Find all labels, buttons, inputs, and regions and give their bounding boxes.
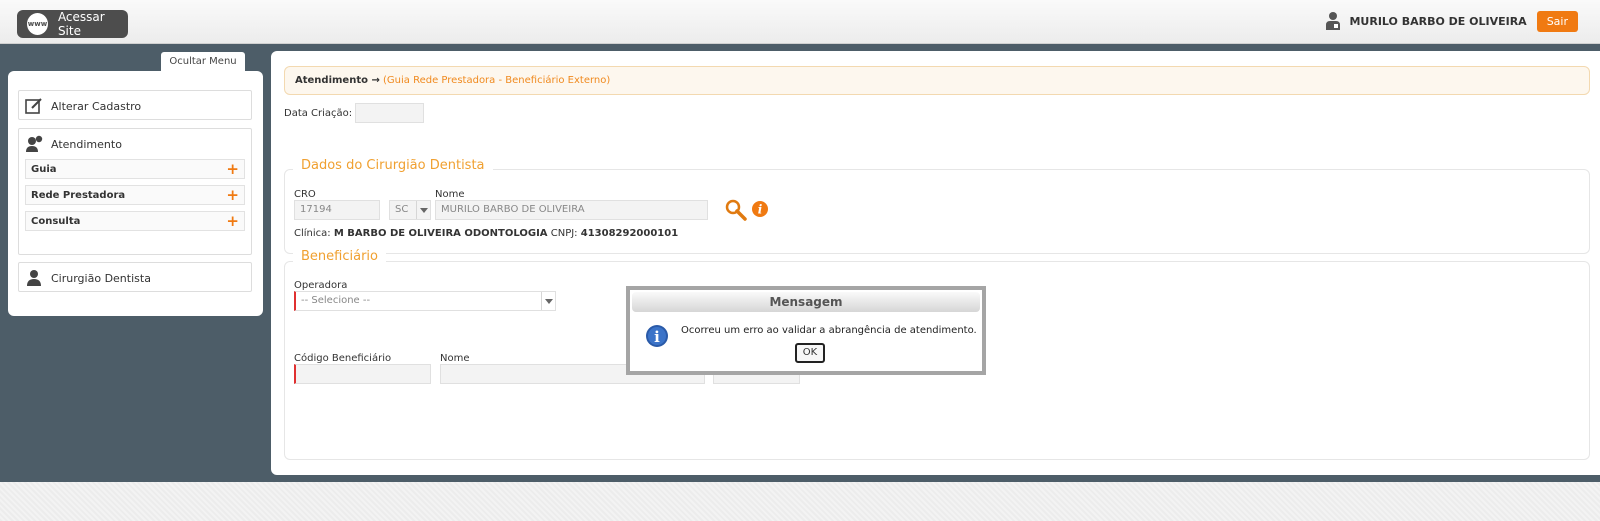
sidebar-item-atendimento[interactable]: Atendimento xyxy=(19,129,251,159)
cnpj-label: CNPJ: xyxy=(550,228,578,239)
sidebar-item-label: Atendimento xyxy=(51,137,122,151)
submenu-label: Rede Prestadora xyxy=(31,189,126,201)
cnpj-value: 41308292000101 xyxy=(580,228,679,239)
operadora-select[interactable]: -- Selecione -- xyxy=(294,291,556,311)
beneficiario-nome-label: Nome xyxy=(440,353,470,364)
operadora-label: Operadora xyxy=(294,280,348,291)
plus-icon: + xyxy=(226,211,239,230)
clinic-line: Clínica: M BARBO DE OLIVEIRA ODONTOLOGIA… xyxy=(294,228,678,239)
info-icon[interactable]: i xyxy=(751,200,769,218)
plus-icon: + xyxy=(226,185,239,204)
cro-field[interactable]: 17194 xyxy=(294,200,380,220)
codigo-beneficiario-field[interactable] xyxy=(294,364,431,384)
uf-select[interactable]: SC xyxy=(389,200,431,220)
user-name: MURILO BARBO DE OLIVEIRA xyxy=(1349,14,1527,28)
clinic-label: Clínica: xyxy=(294,228,331,239)
magnifier-icon[interactable] xyxy=(725,199,747,221)
footer-background xyxy=(0,482,1600,521)
ok-button[interactable]: OK xyxy=(795,343,825,363)
dentist-legend: Dados do Cirurgião Dentista xyxy=(293,158,493,173)
breadcrumb: Atendimento → (Guia Rede Prestadora - Be… xyxy=(284,66,1590,95)
chevron-down-icon xyxy=(416,201,430,219)
submenu-rede-prestadora[interactable]: Rede Prestadora + xyxy=(25,185,245,205)
sidebar-item-cirurgiao-dentista[interactable]: Cirurgião Dentista xyxy=(18,262,252,292)
sidebar-item-label: Cirurgião Dentista xyxy=(51,271,151,285)
support-agent-icon xyxy=(26,135,43,152)
access-site-label: Acessar Site xyxy=(57,10,105,38)
user-icon xyxy=(1326,12,1341,30)
edit-icon xyxy=(25,98,42,114)
plus-icon: + xyxy=(226,159,239,178)
top-bar: www Acessar Site MURILO BARBO DE OLIVEIR… xyxy=(0,0,1600,44)
breadcrumb-sub: (Guia Rede Prestadora - Beneficiário Ext… xyxy=(383,75,611,86)
logout-button[interactable]: Sair xyxy=(1536,10,1578,32)
breadcrumb-main: Atendimento → xyxy=(295,75,380,86)
user-area: MURILO BARBO DE OLIVEIRA Sair xyxy=(1325,10,1578,32)
beneficiario-legend: Beneficiário xyxy=(293,249,386,264)
submenu-consulta[interactable]: Consulta + xyxy=(25,211,245,231)
access-site-button[interactable]: www Acessar Site xyxy=(17,10,128,38)
chevron-down-icon xyxy=(541,292,555,310)
nome-label: Nome xyxy=(435,189,465,200)
operadora-value: -- Selecione -- xyxy=(301,295,371,306)
codigo-beneficiario-label: Código Beneficiário xyxy=(294,353,392,364)
submenu-label: Guia xyxy=(31,163,57,175)
sidebar-item-alterar-cadastro[interactable]: Alterar Cadastro xyxy=(18,90,252,120)
dentist-icon xyxy=(27,270,41,286)
sidebar-section-atendimento: Atendimento Guia + Rede Prestadora + Con… xyxy=(18,128,252,255)
data-criacao-label: Data Criação: xyxy=(284,108,353,119)
dialog-message: Ocorreu um erro ao validar a abrangência… xyxy=(681,325,977,336)
clinic-value: M BARBO DE OLIVEIRA ODONTOLOGIA xyxy=(333,228,548,239)
svg-text:i: i xyxy=(654,328,660,346)
svg-text:i: i xyxy=(758,203,763,217)
submenu-label: Consulta xyxy=(31,215,81,227)
data-criacao-field[interactable] xyxy=(355,103,424,123)
dialog-title: Mensagem xyxy=(632,292,980,312)
submenu-guia[interactable]: Guia + xyxy=(25,159,245,179)
hide-menu-tab[interactable]: Ocultar Menu xyxy=(161,52,245,72)
main-content: Atendimento → (Guia Rede Prestadora - Be… xyxy=(271,51,1600,475)
sidebar-item-label: Alterar Cadastro xyxy=(51,99,142,113)
uf-value: SC xyxy=(395,204,409,215)
message-dialog: Mensagem i Ocorreu um erro ao validar a … xyxy=(626,286,986,375)
www-icon: www xyxy=(27,13,48,35)
sidebar: Alterar Cadastro Atendimento Guia + Rede… xyxy=(8,71,263,316)
cro-label: CRO xyxy=(294,189,316,200)
info-icon: i xyxy=(646,325,668,347)
nome-field[interactable]: MURILO BARBO DE OLIVEIRA xyxy=(435,200,708,220)
